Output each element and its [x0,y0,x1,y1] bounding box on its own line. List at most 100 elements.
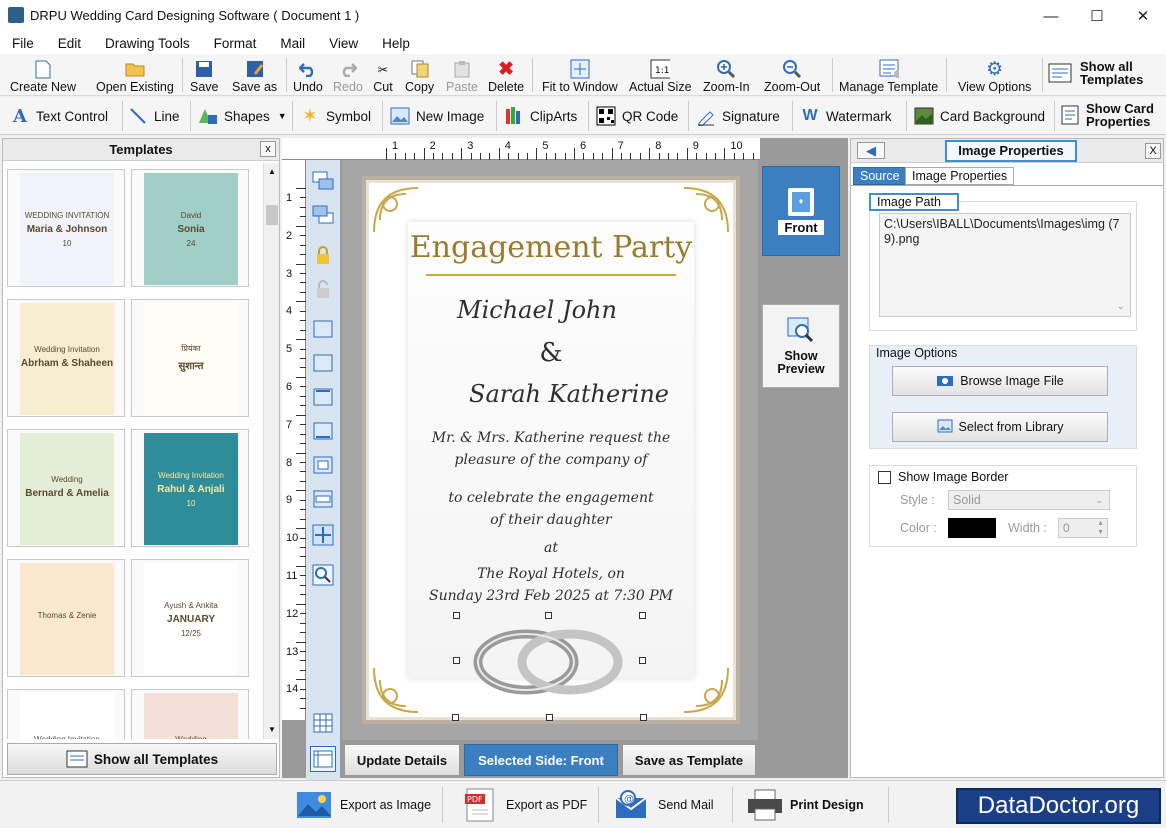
minimize-button[interactable]: — [1028,0,1074,32]
browse-image-file-button[interactable]: Browse Image File [892,366,1108,396]
align-left-icon[interactable] [310,316,336,342]
back-arrow-button[interactable]: ◀ [857,142,885,159]
scroll-up-icon[interactable]: ▲ [268,167,276,176]
selection-handle[interactable] [453,657,460,664]
maximize-button[interactable]: ☐ [1074,0,1120,32]
selection-handle[interactable] [639,657,646,664]
card-design-canvas[interactable]: Engagement Party Michael John & Sarah Ka… [362,176,740,724]
border-color-swatch[interactable] [948,518,996,538]
watermark-button[interactable]: W Watermark [800,102,891,130]
actual-size-button[interactable]: 1:1 Actual Size [629,56,692,94]
align-center-icon[interactable] [310,452,336,478]
view-options-button[interactable]: ⚙ View Options [958,56,1031,95]
menu-mail[interactable]: Mail [268,36,317,51]
export-as-image-button[interactable]: Export as Image [296,787,431,823]
save-button[interactable]: Save [190,56,219,94]
properties-close-button[interactable]: X [1145,143,1161,159]
menu-help[interactable]: Help [370,36,422,51]
show-border-checkbox[interactable] [878,471,891,484]
print-design-button[interactable]: Print Design [746,787,864,823]
templates-close-button[interactable]: x [260,141,276,157]
template-thumbnail[interactable]: David Sonia 24 [131,169,249,287]
zoom-tool-icon[interactable] [310,562,336,588]
selection-handle[interactable] [639,612,646,619]
selection-handle[interactable] [452,714,459,721]
scroll-down-icon[interactable]: ▼ [268,725,276,734]
show-preview-button[interactable]: Show Preview [762,304,840,388]
tab-source[interactable]: Source [853,167,907,185]
card-line2[interactable]: pleasure of the company of [408,452,694,468]
lock-icon[interactable] [310,242,336,268]
zoom-out-button[interactable]: Zoom-Out [764,56,820,94]
select-from-library-button[interactable]: Select from Library [892,412,1108,442]
manage-template-button[interactable]: Manage Template [839,56,938,94]
templates-scrollbar[interactable]: ▲ ▼ [263,163,279,739]
shapes-button[interactable]: Shapes ▼ [198,102,287,130]
send-back-icon[interactable] [310,202,336,228]
paste-button[interactable]: Paste [446,56,478,94]
send-mail-button[interactable]: @ Send Mail [614,787,714,823]
align-top-icon[interactable] [310,384,336,410]
selection-handle[interactable] [640,714,647,721]
width-stepper[interactable]: 0 ▲ ▼ [1058,518,1108,538]
update-details-button[interactable]: Update Details [344,744,460,776]
unlock-icon[interactable] [310,276,336,302]
menu-drawing-tools[interactable]: Drawing Tools [93,36,202,51]
fit-to-window-button[interactable]: Fit to Window [542,56,618,94]
rings-image[interactable] [464,620,634,698]
card-ampersand[interactable]: & [408,338,694,368]
line-button[interactable]: Line [128,102,180,130]
card-name2[interactable]: Sarah Katherine [426,380,712,408]
signature-button[interactable]: Signature [696,102,780,130]
grid-icon[interactable] [310,710,336,736]
redo-button[interactable]: Redo [333,56,363,94]
front-side-button[interactable]: Front [762,166,840,256]
align-right-icon[interactable] [310,350,336,376]
template-thumbnail[interactable]: Wedding InvitationJasmine [7,689,125,739]
menu-file[interactable]: File [0,36,46,51]
create-new-button[interactable]: Create New [10,56,76,94]
selection-handle[interactable] [545,612,552,619]
selection-handle[interactable] [546,714,553,721]
align-middle-icon[interactable] [310,486,336,512]
menu-view[interactable]: View [317,36,370,51]
stepper-arrows-icon[interactable]: ▲ ▼ [1097,519,1104,537]
card-line5[interactable]: at [408,540,694,556]
show-card-properties-button[interactable]: Show Card Properties [1060,101,1166,129]
card-line7[interactable]: Sunday 23rd Feb 2025 at 7:30 PM [408,588,694,604]
delete-button[interactable]: ✖ Delete [488,56,524,95]
bring-front-icon[interactable] [310,168,336,194]
align-bottom-icon[interactable] [310,418,336,444]
save-as-template-button[interactable]: Save as Template [622,744,756,776]
save-as-button[interactable]: Save as [232,56,277,94]
template-thumbnail[interactable]: Wedding Bernard & Amelia [7,429,125,547]
close-window-button[interactable]: ✕ [1120,0,1166,32]
tab-image-properties[interactable]: Image Properties [905,167,1015,185]
cut-button[interactable]: ✂ Cut [373,56,393,95]
template-thumbnail[interactable]: Thomas & Zenie [7,559,125,677]
text-control-button[interactable]: A Text Control [10,102,108,130]
datadoctor-brand[interactable]: DataDoctor.org [956,788,1161,824]
show-all-templates-toolbar-button[interactable]: Show all Templates [1048,60,1166,86]
template-thumbnail[interactable]: Wedding Invitation Rahul & Anjali 10 [131,429,249,547]
card-line3[interactable]: to celebrate the engagement [408,490,694,506]
move-arrows-icon[interactable] [310,522,336,548]
style-select[interactable]: Solid ⌄ [948,490,1110,510]
new-image-button[interactable]: New Image [390,102,484,130]
ruler-toggle-icon[interactable] [310,746,336,772]
cliparts-button[interactable]: ClipArts [504,102,577,130]
show-all-templates-button[interactable]: Show all Templates [7,743,277,775]
selection-handle[interactable] [453,612,460,619]
selected-side-button[interactable]: Selected Side: Front [464,744,618,776]
menu-format[interactable]: Format [202,36,269,51]
card-background-button[interactable]: Card Background [914,102,1045,130]
qr-code-button[interactable]: QR Code [596,102,678,130]
image-path-field[interactable]: C:\Users\IBALL\Documents\Images\img (79)… [879,213,1131,317]
zoom-in-button[interactable]: Zoom-In [703,56,750,94]
card-line4[interactable]: of their daughter [408,512,694,528]
card-title[interactable]: Engagement Party [408,230,694,265]
symbol-button[interactable]: ✶ Symbol [300,102,371,130]
template-thumbnail[interactable]: WEDDING INVITATION Maria & Johnson 10 [7,169,125,287]
template-thumbnail[interactable]: WeddingHalden [131,689,249,739]
template-thumbnail[interactable]: प्रियंका सुशान्त [131,299,249,417]
